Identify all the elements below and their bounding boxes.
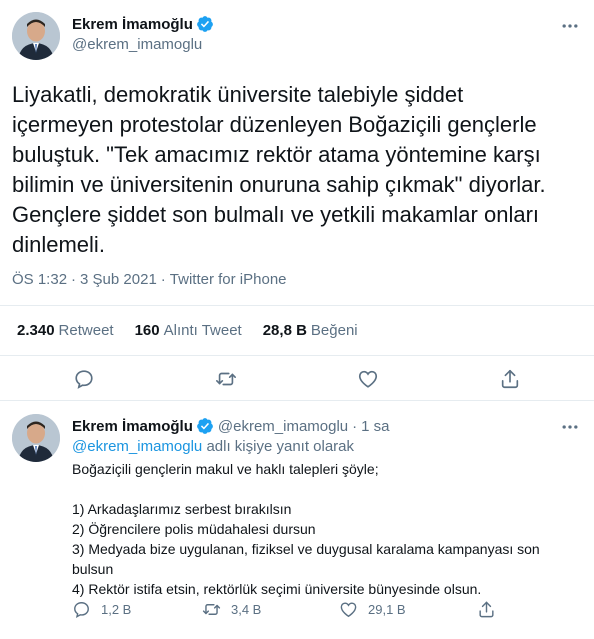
- more-dots-icon: [562, 425, 578, 429]
- retweet-icon: [216, 372, 236, 386]
- author-avatar[interactable]: [12, 12, 60, 60]
- avatar-portrait-icon: [12, 414, 60, 462]
- reply-icon: [75, 370, 93, 389]
- reply-author-handle[interactable]: @ekrem_imamoglu: [218, 418, 348, 435]
- reply-like-count: 29,1 B: [368, 602, 406, 617]
- reply-share-button[interactable]: [477, 600, 496, 619]
- retweet-count-link[interactable]: 2.340 Retweet: [17, 322, 114, 339]
- quote-count-link[interactable]: 160 Alıntı Tweet: [135, 322, 242, 339]
- tweet-meta: ÖS 1:32 · 3 Şub 2021 · Twitter for iPhone: [12, 271, 287, 288]
- reply-icon: [74, 602, 89, 619]
- reply-author-name[interactable]: Ekrem İmamoğlu: [72, 418, 193, 435]
- tweet-text: Liyakatli, demokratik üniversite talebiy…: [12, 82, 546, 257]
- reply-action-bar: 1,2 B 3,4 B 29,1 B: [72, 600, 512, 624]
- like-count-link[interactable]: 28,8 B Beğeni: [263, 322, 358, 339]
- author-handle[interactable]: @ekrem_imamoglu: [72, 36, 202, 53]
- author-name[interactable]: Ekrem İmamoğlu: [72, 16, 193, 33]
- share-icon: [479, 601, 494, 618]
- retweet-button[interactable]: [214, 367, 238, 391]
- retweet-label: Retweet: [58, 322, 114, 339]
- reply-count: 1,2 B: [101, 602, 132, 617]
- reply-reply-button[interactable]: 1,2 B: [72, 600, 131, 619]
- author-name-row[interactable]: Ekrem İmamoğlu: [72, 15, 214, 33]
- like-label: Beğeni: [310, 322, 358, 339]
- reply-line: 1) Arkadaşlarımız serbest bırakılsın: [72, 501, 292, 517]
- heart-icon: [340, 602, 357, 618]
- quote-count: 160: [134, 322, 160, 339]
- like-button[interactable]: [356, 367, 380, 391]
- replying-to-label: adlı kişiye yanıt olarak: [206, 438, 355, 455]
- reply-tweet[interactable]: Ekrem İmamoğlu @ekrem_imamoglu · 1 sa @e…: [0, 402, 594, 639]
- like-count: 28,8 B: [262, 322, 307, 339]
- share-icon: [501, 369, 519, 389]
- reply-button[interactable]: [72, 367, 96, 391]
- reply-line: bulsun: [72, 561, 114, 577]
- reply-more-options-button[interactable]: [558, 415, 582, 439]
- avatar-portrait-icon: [12, 12, 60, 60]
- tweet-source[interactable]: Twitter for iPhone: [170, 271, 287, 288]
- reply-line: Boğaziçili gençlerin makul ve haklı tale…: [72, 461, 379, 477]
- quote-label: Alıntı Tweet: [163, 322, 242, 339]
- reply-text: Boğaziçili gençlerin makul ve haklı tale…: [72, 459, 582, 599]
- retweet-icon: [202, 604, 221, 615]
- replying-to: @ekrem_imamoglu adlı kişiye yanıt olarak: [72, 438, 354, 455]
- verified-badge-icon: [196, 417, 214, 435]
- retweet-count: 2.340: [17, 322, 55, 339]
- tweet-time[interactable]: ÖS 1:32: [12, 271, 67, 288]
- reply-retweet-button[interactable]: 3,4 B: [202, 600, 261, 619]
- reply-line: 3) Medyada bize uygulanan, fiziksel ve d…: [72, 541, 540, 557]
- more-options-button[interactable]: [558, 14, 582, 38]
- more-dots-icon: [562, 24, 578, 28]
- tweet-action-bar: [0, 356, 594, 401]
- main-tweet: Ekrem İmamoğlu @ekrem_imamoglu Liyakatli…: [0, 0, 594, 401]
- share-button[interactable]: [498, 367, 522, 391]
- reply-line: [72, 479, 582, 499]
- verified-badge-icon: [196, 15, 214, 33]
- tweet-stats: 2.340 Retweet 160 Alıntı Tweet 28,8 B Beğen…: [0, 305, 594, 356]
- reply-header: Ekrem İmamoğlu @ekrem_imamoglu · 1 sa: [72, 417, 390, 435]
- reply-line: 4) Rektör istifa etsin, rektörlük seçimi…: [72, 581, 482, 597]
- replying-to-mention[interactable]: @ekrem_imamoglu: [72, 438, 202, 455]
- reply-like-button[interactable]: 29,1 B: [339, 600, 406, 619]
- reply-retweet-count: 3,4 B: [231, 602, 262, 617]
- reply-line: 2) Öğrencilere polis müdahalesi dursun: [72, 521, 316, 537]
- reply-author-avatar[interactable]: [12, 414, 60, 462]
- reply-time[interactable]: 1 sa: [361, 418, 389, 435]
- tweet-date[interactable]: 3 Şub 2021: [80, 271, 157, 288]
- heart-icon: [358, 370, 378, 388]
